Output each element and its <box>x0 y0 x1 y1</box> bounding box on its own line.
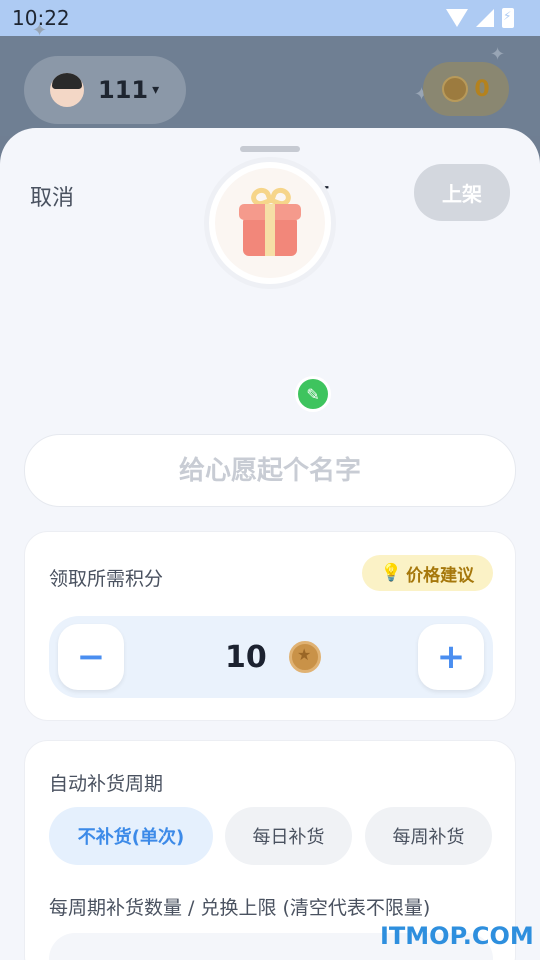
sparkle-icon: ✦ <box>490 44 506 65</box>
drag-handle[interactable] <box>240 146 300 152</box>
lightbulb-icon: 💡 <box>380 563 403 583</box>
restock-option-weekly[interactable]: 每周补货 <box>365 807 492 865</box>
battery-charging-icon <box>502 8 514 28</box>
coin-icon <box>442 76 469 102</box>
wish-image-picker[interactable] <box>204 157 336 289</box>
points-label: 领取所需积分 <box>49 568 164 590</box>
coin-balance[interactable]: 0 <box>423 62 509 116</box>
restock-limit-label: 每周期补货数量 / 兑换上限 (清空代表不限量) <box>49 897 431 919</box>
status-bar: 10:22 <box>0 0 540 36</box>
points-card: 领取所需积分 💡 价格建议 − 10 + <box>24 531 516 721</box>
wish-name-input[interactable] <box>24 434 516 507</box>
coin-count: 0 <box>474 76 490 102</box>
user-switcher[interactable]: 111 ▾ <box>24 56 186 124</box>
avatar <box>50 73 84 107</box>
restock-option-single[interactable]: 不补货(单次) <box>49 807 213 865</box>
wifi-icon <box>446 9 468 27</box>
system-icons <box>446 8 514 28</box>
username: 111 <box>98 76 149 104</box>
coin-icon <box>289 641 321 673</box>
restock-label: 自动补货周期 <box>49 773 164 795</box>
price-suggestion-label: 价格建议 <box>406 565 475 586</box>
edit-pencil-icon[interactable]: ✎ <box>295 376 331 412</box>
increment-button[interactable]: + <box>418 624 484 690</box>
sparkle-icon: ✦ <box>32 20 48 41</box>
watermark: ITMOP.COM <box>380 922 534 950</box>
points-value[interactable]: 10 <box>225 640 267 675</box>
chevron-down-icon: ▾ <box>152 82 160 98</box>
publish-button[interactable]: 上架 <box>414 164 510 221</box>
points-stepper: − 10 + <box>49 616 493 698</box>
decrement-button[interactable]: − <box>58 624 124 690</box>
restock-option-daily[interactable]: 每日补货 <box>225 807 352 865</box>
signal-icon <box>476 9 494 27</box>
gift-icon <box>215 168 325 278</box>
price-suggestion-button[interactable]: 💡 价格建议 <box>362 555 493 591</box>
